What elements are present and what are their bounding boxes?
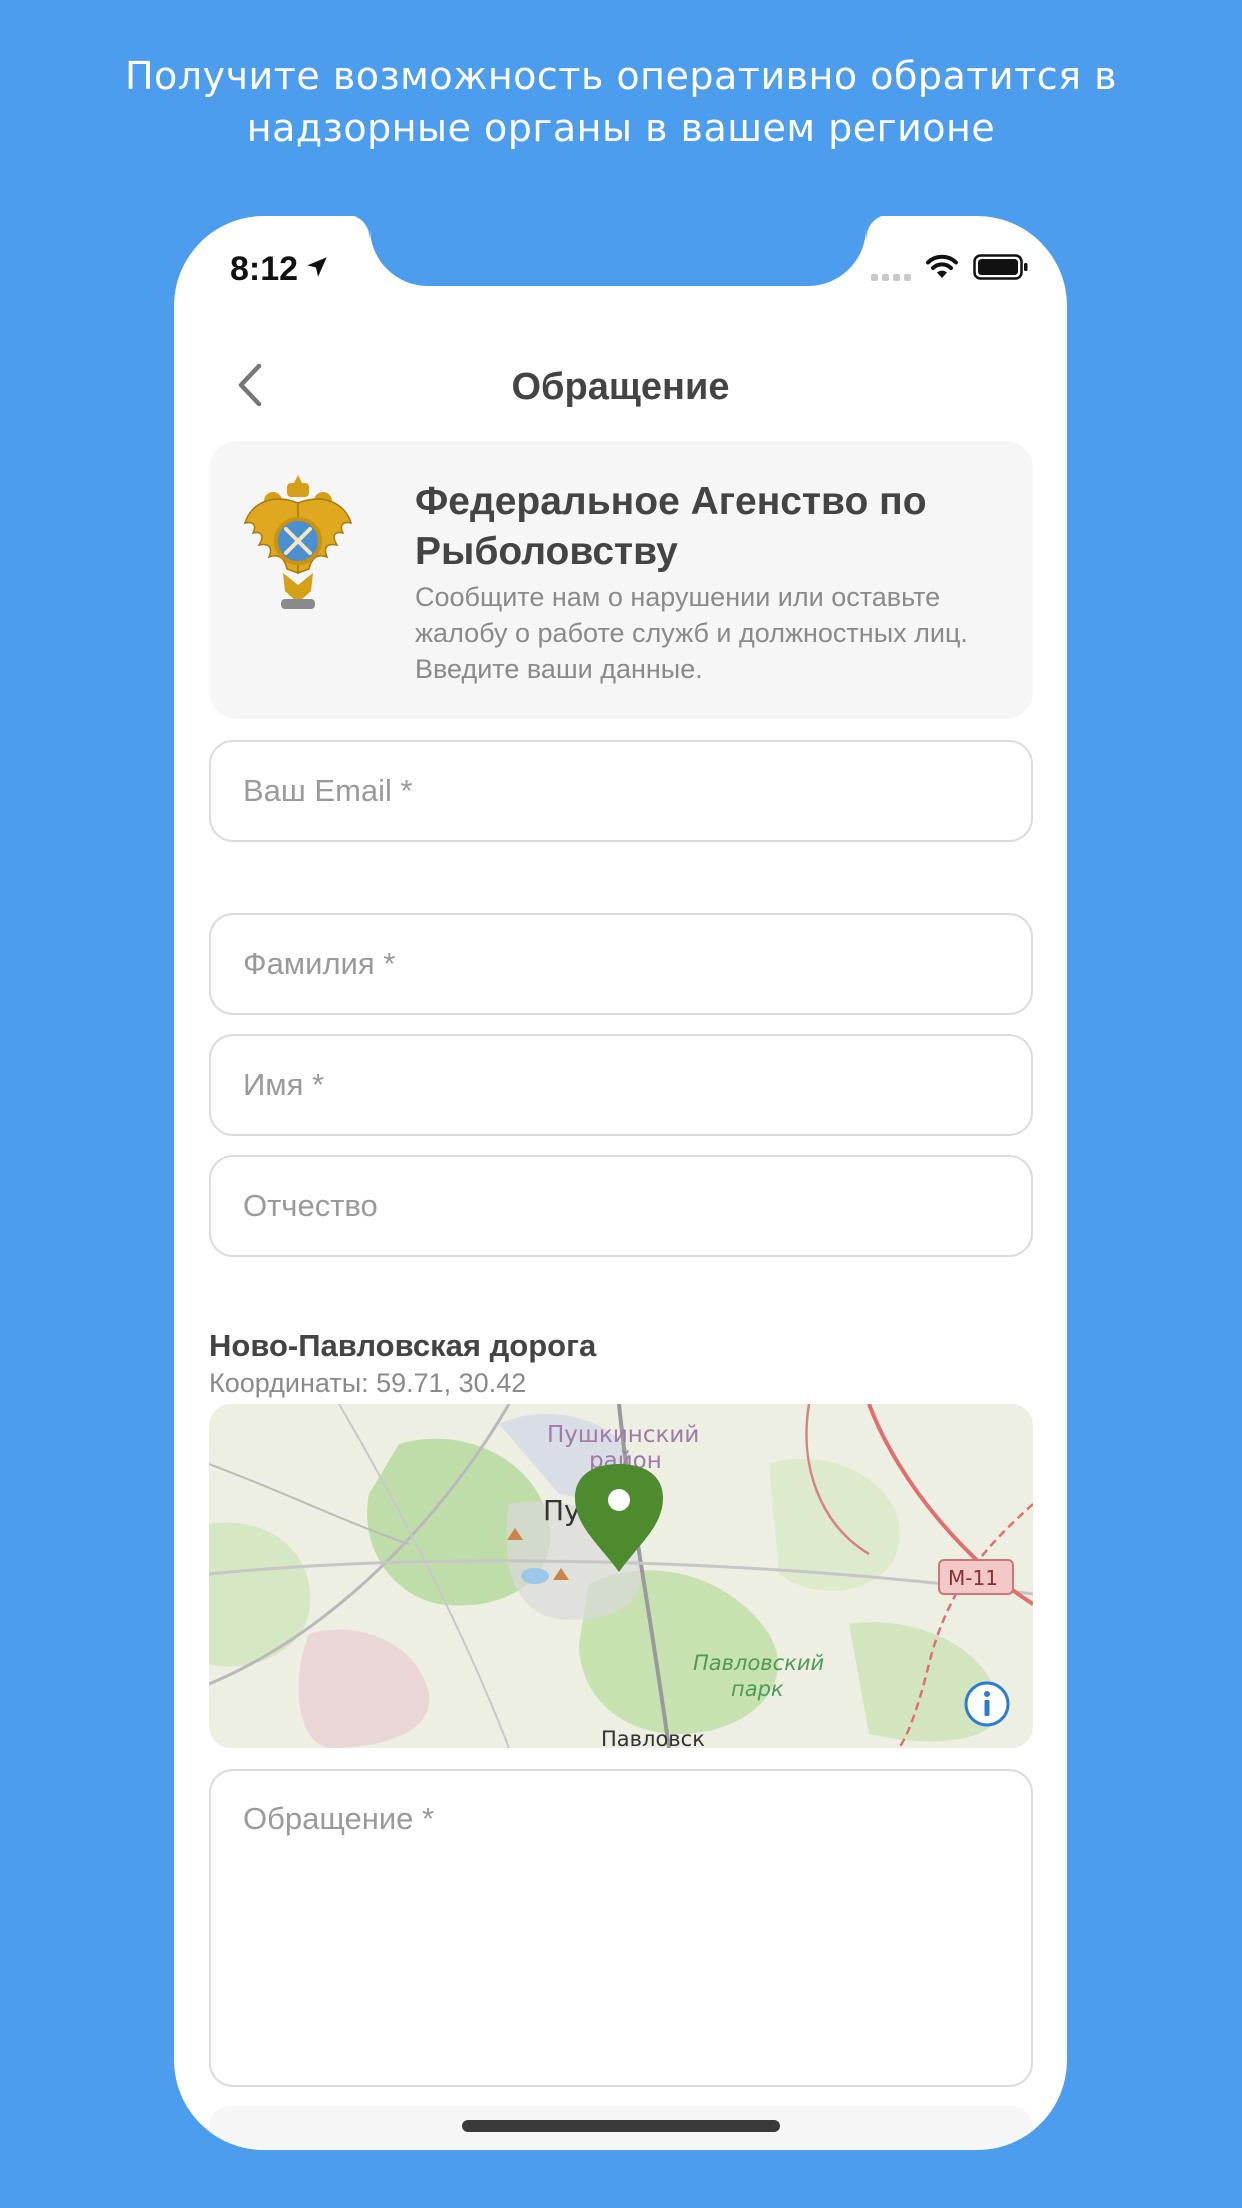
home-indicator[interactable] [462,2120,780,2132]
message-textarea[interactable] [211,1771,1031,2085]
promo-header: Получите возможность оперативно обратитс… [0,50,1242,154]
coat-of-arms-icon [243,473,353,613]
promo-line-1: Получите возможность оперативно обратитс… [124,54,1117,98]
map-view[interactable]: Пушкинский район Пу Павловский парк Павл… [209,1404,1033,1748]
road-badge: М-11 [948,1566,998,1590]
cellular-signal-icon [871,259,911,281]
middlename-field[interactable] [209,1155,1033,1257]
lastname-input[interactable] [211,915,1031,1013]
map-label-town: Павловск [601,1727,705,1748]
location-coordinates: Координаты: 59.71, 30.42 [209,1368,527,1398]
firstname-input[interactable] [211,1036,1031,1134]
map-label-park-1: Павловский [693,1651,824,1675]
promo-line-2: надзорные органы в вашем регионе [246,106,996,150]
status-time-text: 8:12 [230,250,299,288]
email-input[interactable] [211,742,1031,840]
lastname-field[interactable] [209,913,1033,1015]
battery-icon [973,254,1029,285]
location-arrow-icon [304,250,330,289]
agency-description: Сообщите нам о нарушении или оставьте жа… [415,582,968,684]
phone-frame: 8:12 Обращение Федеральное Агенство по Р… [174,216,1067,2150]
status-icons [871,254,1029,285]
map-info-button[interactable] [964,1681,1010,1727]
status-time: 8:12 [230,250,330,289]
wifi-icon [925,254,959,285]
page-title: Обращение [511,366,730,408]
map-label-city: Пу [543,1494,581,1527]
firstname-field[interactable] [209,1034,1033,1136]
map-canvas[interactable]: Пушкинский район Пу Павловский парк Павл… [209,1404,1033,1748]
agency-card: Федеральное Агенство по Рыболовству Сооб… [209,441,1033,719]
location-title: Ново-Павловская дорога [209,1328,597,1363]
agency-title: Федеральное Агенство по Рыболовству [415,480,927,573]
navigation-bar: Обращение [174,340,1067,430]
map-label-district-1: Пушкинский [547,1422,699,1448]
map-label-park-2: парк [731,1677,784,1701]
phone-notch [346,216,890,286]
email-field[interactable] [209,740,1033,842]
middlename-input[interactable] [211,1157,1031,1255]
message-field[interactable] [209,1769,1033,2087]
